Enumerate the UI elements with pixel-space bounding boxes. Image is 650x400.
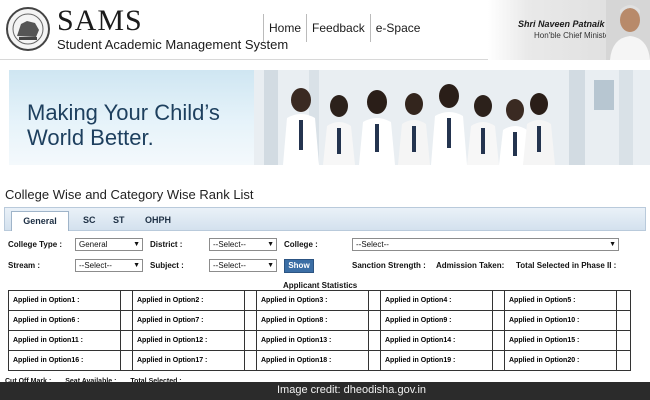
option-value xyxy=(368,290,381,311)
category-tab-bar: General SC ST OHPH xyxy=(4,207,646,231)
brand-title: SAMS xyxy=(57,4,143,37)
college-value: --Select-- xyxy=(356,240,389,249)
subject-label: Subject : xyxy=(150,261,184,270)
option-value xyxy=(616,310,631,331)
subject-value: --Select-- xyxy=(213,261,246,270)
option-label: Applied in Option7 : xyxy=(132,310,245,331)
option-value xyxy=(492,350,505,371)
applicant-statistics-table: Applied in Option1 : Applied in Option2 … xyxy=(8,290,631,371)
option-label: Applied in Option20 : xyxy=(504,350,617,371)
chief-minister-title: Hon'ble Chief Minister xyxy=(534,31,613,40)
sanction-strength-label: Sanction Strength : xyxy=(352,261,426,270)
option-value xyxy=(120,290,133,311)
option-value xyxy=(616,350,631,371)
college-label: College : xyxy=(284,240,318,249)
stream-value: --Select-- xyxy=(79,261,112,270)
option-value xyxy=(368,330,381,351)
option-value xyxy=(492,330,505,351)
nav-feedback-link[interactable]: Feedback xyxy=(306,14,370,42)
chevron-down-icon: ▼ xyxy=(133,262,140,269)
top-nav: Home Feedback e-Space xyxy=(263,14,425,42)
banner-headline-line2: World Better. xyxy=(27,125,154,150)
image-credit: Image credit: dheodisha.gov.in xyxy=(277,384,426,396)
option-value xyxy=(120,330,133,351)
option-label: Applied in Option9 : xyxy=(380,310,493,331)
option-label: Applied in Option10 : xyxy=(504,310,617,331)
chevron-down-icon: ▼ xyxy=(267,241,274,248)
option-label: Applied in Option5 : xyxy=(504,290,617,311)
nav-home-link[interactable]: Home xyxy=(263,14,306,42)
option-label: Applied in Option2 : xyxy=(132,290,245,311)
site-header: SAMS Student Academic Management System … xyxy=(0,0,650,60)
option-value xyxy=(244,290,257,311)
district-select[interactable]: --Select-- ▼ xyxy=(209,238,277,251)
option-label: Applied in Option3 : xyxy=(256,290,369,311)
show-button[interactable]: Show xyxy=(284,259,314,273)
option-label: Applied in Option11 : xyxy=(8,330,121,351)
option-value xyxy=(244,330,257,351)
chevron-down-icon: ▼ xyxy=(609,241,616,248)
page-title: College Wise and Category Wise Rank List xyxy=(5,187,254,202)
option-value xyxy=(368,310,381,331)
college-select[interactable]: --Select-- ▼ xyxy=(352,238,619,251)
total-selected-phase2-label: Total Selected in Phase II : xyxy=(516,261,617,270)
tab-sc[interactable]: SC xyxy=(83,212,96,228)
option-label: Applied in Option18 : xyxy=(256,350,369,371)
odisha-emblem-logo xyxy=(6,7,50,51)
district-value: --Select-- xyxy=(213,240,246,249)
chief-minister-photo xyxy=(606,0,650,60)
option-value xyxy=(368,350,381,371)
college-type-value: General xyxy=(79,240,108,249)
option-label: Applied in Option13 : xyxy=(256,330,369,351)
table-row: Applied in Option1 : Applied in Option2 … xyxy=(8,290,631,311)
tab-st[interactable]: ST xyxy=(113,212,125,228)
image-credit-bar: Image credit: dheodisha.gov.in xyxy=(0,382,650,400)
table-row: Applied in Option11 : Applied in Option1… xyxy=(8,330,631,351)
option-value xyxy=(616,330,631,351)
district-label: District : xyxy=(150,240,183,249)
option-label: Applied in Option1 : xyxy=(8,290,121,311)
table-row: Applied in Option6 : Applied in Option7 … xyxy=(8,310,631,331)
college-type-label: College Type : xyxy=(8,240,63,249)
option-label: Applied in Option12 : xyxy=(132,330,245,351)
chevron-down-icon: ▼ xyxy=(267,262,274,269)
chevron-down-icon: ▼ xyxy=(133,241,140,248)
option-label: Applied in Option4 : xyxy=(380,290,493,311)
option-label: Applied in Option14 : xyxy=(380,330,493,351)
option-label: Applied in Option6 : xyxy=(8,310,121,331)
tab-ohph[interactable]: OHPH xyxy=(145,212,171,228)
nav-espace-link[interactable]: e-Space xyxy=(369,14,426,42)
banner-headline: Making Your Child’s World Better. xyxy=(27,100,220,150)
admission-taken-label: Admission Taken: xyxy=(436,261,505,270)
brand-subtitle: Student Academic Management System xyxy=(57,37,289,52)
option-value xyxy=(120,310,133,331)
option-value xyxy=(244,350,257,371)
stream-select[interactable]: --Select-- ▼ xyxy=(75,259,143,272)
hero-banner: Making Your Child’s World Better. xyxy=(9,70,650,165)
college-type-select[interactable]: General ▼ xyxy=(75,238,143,251)
option-label: Applied in Option17 : xyxy=(132,350,245,371)
option-label: Applied in Option16 : xyxy=(8,350,121,371)
chief-minister-name: Shri Naveen Patnaik xyxy=(518,19,605,29)
tab-general[interactable]: General xyxy=(11,211,69,231)
option-value xyxy=(492,290,505,311)
option-value xyxy=(616,290,631,311)
option-value xyxy=(244,310,257,331)
stream-label: Stream : xyxy=(8,261,41,270)
option-label: Applied in Option15 : xyxy=(504,330,617,351)
option-value xyxy=(120,350,133,371)
option-value xyxy=(492,310,505,331)
table-row: Applied in Option16 : Applied in Option1… xyxy=(8,350,631,371)
option-label: Applied in Option8 : xyxy=(256,310,369,331)
subject-select[interactable]: --Select-- ▼ xyxy=(209,259,277,272)
option-label: Applied in Option19 : xyxy=(380,350,493,371)
applicant-statistics-title: Applicant Statistics xyxy=(283,281,358,290)
banner-headline-line1: Making Your Child’s xyxy=(27,100,220,125)
